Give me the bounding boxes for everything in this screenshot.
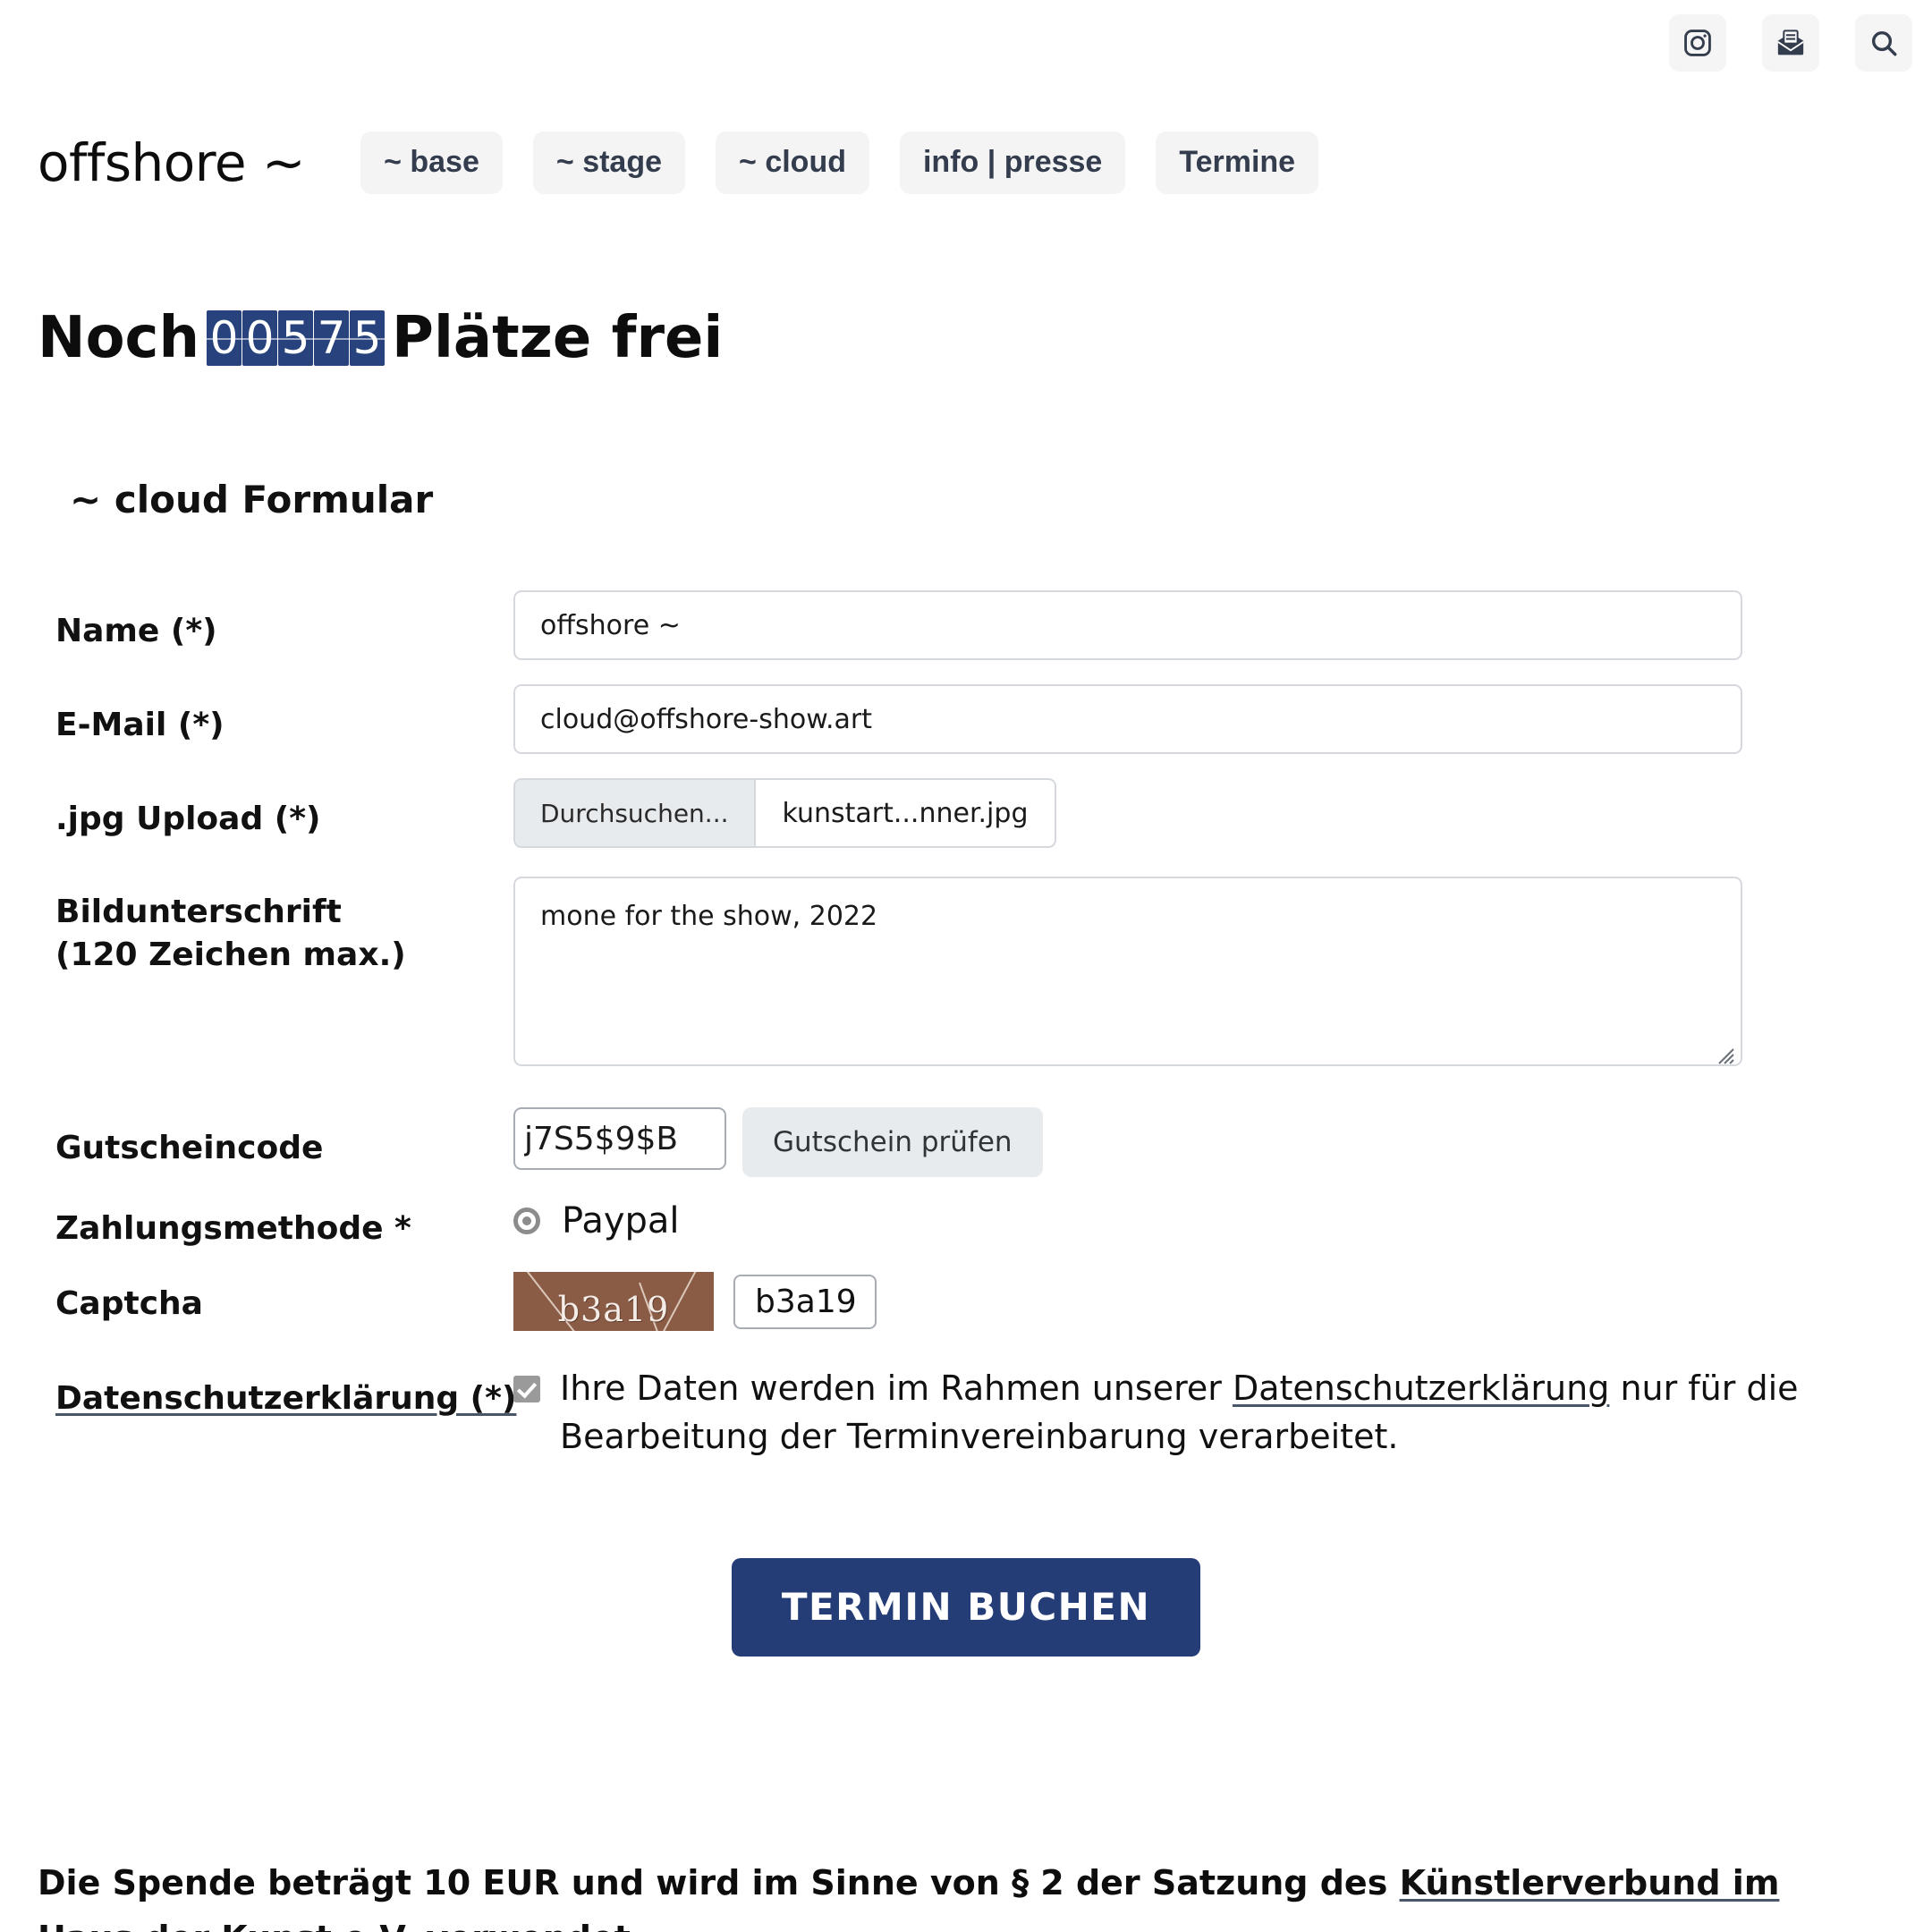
file-upload-control[interactable]: Durchsuchen... kunstart...nner.jpg bbox=[513, 778, 1057, 848]
footer-text-part2: und wird im Sinne von § 2 der Satzung de… bbox=[559, 1863, 1400, 1902]
caption-label: Bildunterschrift (120 Zeichen max.) bbox=[55, 891, 406, 976]
newsletter-icon[interactable] bbox=[1762, 14, 1819, 72]
main-navigation: offshore ~ ~ base ~ stage ~ cloud info |… bbox=[38, 125, 1914, 200]
donation-notice: Die Spende beträgt 10 EUR und wird im Si… bbox=[38, 1856, 1844, 1932]
selected-file-name: kunstart...nner.jpg bbox=[782, 797, 1029, 829]
instagram-icon[interactable] bbox=[1669, 14, 1726, 72]
submit-area: TERMIN BUCHEN bbox=[0, 1558, 1932, 1657]
nav-item-cloud[interactable]: ~ cloud bbox=[716, 131, 869, 194]
name-label: Name (*) bbox=[55, 613, 217, 649]
form-section-title: ~ cloud Formular bbox=[70, 478, 434, 521]
captcha-label: Captcha bbox=[55, 1285, 203, 1322]
upload-label: .jpg Upload (*) bbox=[55, 801, 321, 837]
privacy-policy-link[interactable]: Datenschutzerklärung bbox=[1233, 1368, 1609, 1408]
privacy-label-link[interactable]: Datenschutzerklärung (*) bbox=[55, 1380, 516, 1417]
footer-text-part3: verwendet. bbox=[414, 1919, 644, 1932]
browse-button[interactable]: Durchsuchen... bbox=[515, 780, 756, 846]
counter-digit: 7 bbox=[314, 310, 350, 366]
counter-digit: 5 bbox=[350, 310, 386, 366]
caption-textarea[interactable]: mone for the show, 2022 bbox=[513, 877, 1742, 1066]
footer-text-part1: Die Spende beträgt bbox=[38, 1863, 424, 1902]
top-icon-bar bbox=[0, 0, 1932, 86]
privacy-checkbox[interactable] bbox=[513, 1376, 540, 1402]
nav-item-info-presse[interactable]: info | presse bbox=[899, 131, 1126, 194]
counter-digit: 5 bbox=[278, 310, 314, 366]
book-appointment-button[interactable]: TERMIN BUCHEN bbox=[731, 1558, 1201, 1657]
voucher-input[interactable] bbox=[513, 1107, 726, 1170]
footer-amount: 10 EUR bbox=[423, 1863, 560, 1902]
page-title: Noch 0 0 5 7 5 Plätze frei bbox=[38, 309, 723, 367]
caption-textarea-wrap: mone for the show, 2022 bbox=[513, 877, 1742, 1071]
payment-label: Zahlungsmethode * bbox=[55, 1210, 411, 1247]
nav-item-termine[interactable]: Termine bbox=[1156, 131, 1319, 194]
caption-label-line2: (120 Zeichen max.) bbox=[55, 936, 406, 973]
privacy-text-part1: Ihre Daten werden im Rahmen unserer bbox=[560, 1368, 1233, 1408]
captcha-image-text: b3a19 bbox=[557, 1290, 670, 1329]
site-logo[interactable]: offshore ~ bbox=[38, 137, 306, 189]
nav-item-base[interactable]: ~ base bbox=[360, 131, 503, 194]
places-counter: 0 0 5 7 5 bbox=[207, 310, 386, 366]
voucher-label: Gutscheincode bbox=[55, 1130, 324, 1166]
captcha-input[interactable] bbox=[733, 1274, 877, 1329]
caption-label-line1: Bildunterschrift bbox=[55, 894, 342, 930]
paypal-radio[interactable] bbox=[513, 1208, 540, 1234]
counter-digit: 0 bbox=[207, 310, 242, 366]
email-label: E-Mail (*) bbox=[55, 707, 225, 743]
email-input[interactable] bbox=[513, 684, 1742, 754]
counter-digit: 0 bbox=[242, 310, 278, 366]
name-input[interactable] bbox=[513, 590, 1742, 660]
headline-suffix: Plätze frei bbox=[392, 305, 724, 371]
check-voucher-button[interactable]: Gutschein prüfen bbox=[742, 1107, 1043, 1177]
search-icon[interactable] bbox=[1855, 14, 1912, 72]
privacy-label: Datenschutzerklärung (*) bbox=[55, 1377, 516, 1420]
captcha-image: b3a19 bbox=[513, 1272, 714, 1331]
privacy-text: Ihre Daten werden im Rahmen unserer Date… bbox=[560, 1365, 1839, 1462]
paypal-label: Paypal bbox=[562, 1200, 680, 1241]
nav-item-stage[interactable]: ~ stage bbox=[532, 131, 686, 194]
headline-prefix: Noch bbox=[38, 305, 200, 371]
